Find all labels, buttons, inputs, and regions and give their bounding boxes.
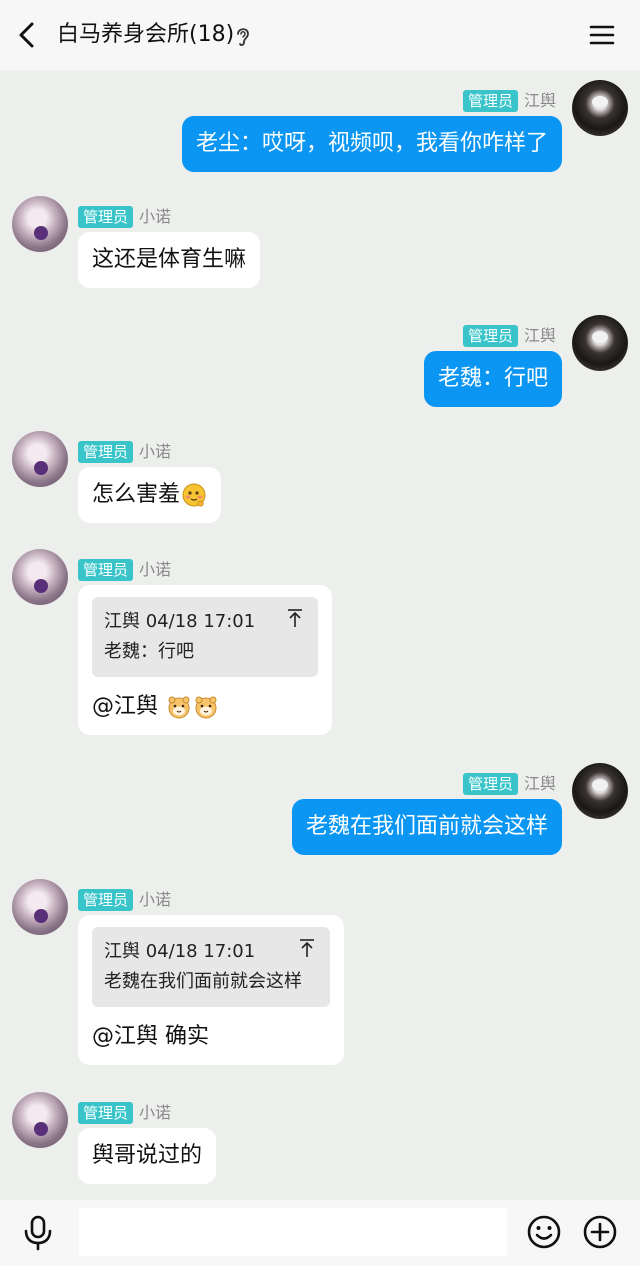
chevron-left-icon[interactable] <box>12 18 46 52</box>
avatar[interactable] <box>12 431 68 487</box>
message-input[interactable] <box>79 1208 507 1256</box>
message-text: 老魏在我们面前就会这样 <box>305 814 548 839</box>
hamburger-menu-icon[interactable] <box>586 19 618 51</box>
admin-badge: 管理员 <box>78 1102 134 1124</box>
avatar[interactable] <box>12 549 68 605</box>
sender-meta: 管理员 小诺 <box>78 889 171 911</box>
quoted-message[interactable]: 江舆 04/18 17:01 老魏：行吧 <box>92 597 318 677</box>
message-text: 这还是体育生嘛 <box>92 247 247 272</box>
chat-title: 白马养身会所(18) <box>57 22 235 47</box>
sender-meta: 管理员 江舆 <box>462 773 556 795</box>
sender-meta: 管理员 江舆 <box>462 325 556 347</box>
plus-circle-icon[interactable] <box>582 1214 618 1250</box>
admin-badge: 管理员 <box>462 773 518 795</box>
admin-badge: 管理员 <box>78 559 134 581</box>
sender-name: 江舆 <box>523 326 556 345</box>
quote-header: 江舆 04/18 17:01 <box>104 611 256 632</box>
input-bar <box>0 1200 640 1266</box>
quote-header: 江舆 04/18 17:01 <box>104 941 256 962</box>
hamster-face-emoji-icon <box>168 696 190 719</box>
quote-body: 老魏在我们面前就会这样 <box>104 971 302 992</box>
admin-badge: 管理员 <box>462 325 518 347</box>
sender-name: 小诺 <box>139 890 172 909</box>
quoted-message[interactable]: 江舆 04/18 17:01 老魏在我们面前就会这样 <box>92 927 330 1007</box>
sender-meta: 管理员 小诺 <box>78 1102 171 1124</box>
admin-badge: 管理员 <box>462 90 518 112</box>
jump-to-top-icon[interactable] <box>298 937 316 959</box>
message-list[interactable]: 管理员 江舆 老尘：哎呀，视频呗，我看你咋样了 管理员 小诺 这还是体育生嘛 管… <box>0 70 640 1200</box>
sender-name: 小诺 <box>139 207 172 226</box>
shy-face-emoji-icon <box>182 483 206 507</box>
message-text: 老魏：行吧 <box>437 366 548 391</box>
avatar[interactable] <box>12 1092 68 1148</box>
chat-header: 白马养身会所(18) <box>0 0 640 70</box>
admin-badge: 管理员 <box>78 441 134 463</box>
message-text: @江舆 <box>92 694 165 719</box>
admin-badge: 管理员 <box>78 206 134 228</box>
message-text: 舆哥说过的 <box>92 1143 203 1168</box>
message-text: 老尘：哎呀，视频呗，我看你咋样了 <box>195 131 548 156</box>
sender-name: 小诺 <box>139 442 172 461</box>
avatar[interactable] <box>12 879 68 935</box>
message-text: @江舆 确实 <box>92 1024 209 1049</box>
message-bubble[interactable]: 江舆 04/18 17:01 老魏：行吧 @江舆 <box>78 585 332 735</box>
message-bubble[interactable]: 老魏在我们面前就会这样 <box>291 799 562 855</box>
microphone-icon[interactable] <box>20 1214 56 1252</box>
avatar[interactable] <box>572 80 628 136</box>
message-text: 怎么害羞 <box>92 482 181 507</box>
sender-name: 小诺 <box>139 560 172 579</box>
message-bubble[interactable]: 老魏：行吧 <box>423 351 562 407</box>
sender-name: 江舆 <box>523 774 556 793</box>
ear-icon[interactable] <box>232 24 254 48</box>
message-bubble[interactable]: 这还是体育生嘛 <box>78 232 261 288</box>
sender-name: 小诺 <box>139 1103 172 1122</box>
message-bubble[interactable]: 怎么害羞 <box>78 467 222 523</box>
avatar[interactable] <box>572 315 628 371</box>
sender-meta: 管理员 小诺 <box>78 206 171 228</box>
smiley-icon[interactable] <box>526 1214 562 1250</box>
admin-badge: 管理员 <box>78 889 134 911</box>
avatar[interactable] <box>12 196 68 252</box>
message-bubble[interactable]: 舆哥说过的 <box>78 1128 217 1184</box>
avatar[interactable] <box>572 763 628 819</box>
message-bubble[interactable]: 老尘：哎呀，视频呗，我看你咋样了 <box>181 116 562 172</box>
sender-meta: 管理员 小诺 <box>78 559 171 581</box>
sender-meta: 管理员 小诺 <box>78 441 171 463</box>
quote-body: 老魏：行吧 <box>104 641 194 662</box>
hamster-face-emoji-icon <box>195 696 217 719</box>
sender-meta: 管理员 江舆 <box>462 90 556 112</box>
jump-to-top-icon[interactable] <box>286 607 304 629</box>
message-bubble[interactable]: 江舆 04/18 17:01 老魏在我们面前就会这样 @江舆 确实 <box>78 915 344 1065</box>
sender-name: 江舆 <box>523 91 556 110</box>
